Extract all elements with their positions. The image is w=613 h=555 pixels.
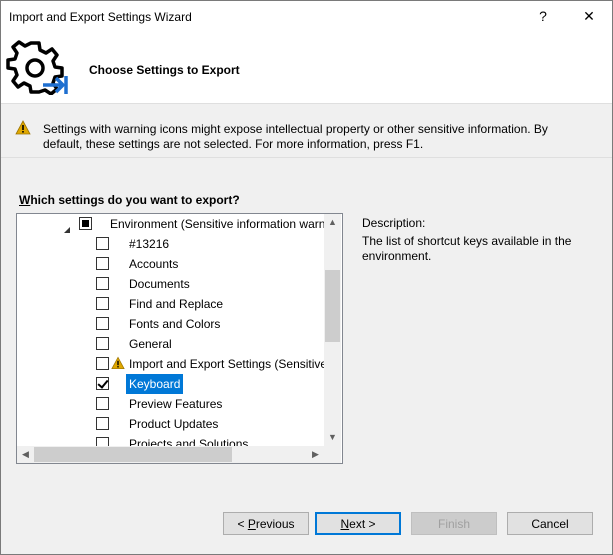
expand-collapse-icon[interactable]	[63, 220, 71, 233]
setting-checkbox[interactable]	[96, 397, 109, 410]
scroll-down-arrow[interactable]: ▼	[324, 429, 341, 446]
wizard-window: Import and Export Settings Wizard ? ✕ Ch…	[0, 0, 613, 555]
cancel-button[interactable]: Cancel	[507, 512, 593, 535]
tree-item[interactable]: Documents	[17, 274, 324, 294]
scrollbar-corner	[324, 446, 341, 463]
tree-item[interactable]: Fonts and Colors	[17, 314, 324, 334]
close-button[interactable]: ✕	[566, 1, 612, 31]
tree-item[interactable]: Keyboard	[17, 374, 324, 394]
next-button[interactable]: Next >	[315, 512, 401, 535]
setting-label: Documents	[129, 277, 190, 291]
setting-label: Find and Replace	[129, 297, 224, 311]
setting-label: Fonts and Colors	[129, 317, 221, 331]
setting-label: Accounts	[129, 257, 179, 271]
tree-item[interactable]: Import and Export Settings (Sensitive	[17, 354, 328, 376]
setting-label: General	[129, 337, 172, 351]
vertical-scrollbar[interactable]: ▲ ▼	[324, 214, 341, 446]
previous-button[interactable]: < Previous	[223, 512, 309, 535]
scroll-right-arrow[interactable]: ▶	[307, 446, 324, 463]
tree-item[interactable]: #13216	[17, 234, 324, 254]
tree-item[interactable]: Product Updates	[17, 414, 324, 434]
tree-root-label: Environment (Sensitive information warn	[110, 217, 326, 231]
tree-item[interactable]: Accounts	[17, 254, 324, 274]
page-title: Choose Settings to Export	[89, 63, 240, 77]
vertical-scroll-thumb[interactable]	[325, 270, 340, 342]
tree-item[interactable]: Preview Features	[17, 394, 324, 414]
window-title: Import and Export Settings Wizard	[9, 10, 192, 24]
horizontal-scrollbar[interactable]: ◀ ▶	[17, 446, 324, 463]
setting-checkbox[interactable]	[96, 257, 109, 270]
setting-checkbox[interactable]	[96, 337, 109, 350]
tree-root-checkbox[interactable]	[79, 217, 92, 230]
warning-icon	[15, 120, 31, 135]
setting-label: #13216	[129, 237, 170, 251]
scroll-left-arrow[interactable]: ◀	[17, 446, 34, 463]
horizontal-scroll-thumb[interactable]	[34, 447, 232, 462]
tree-item[interactable]: Find and Replace	[17, 294, 324, 314]
tree-root-row[interactable]: Environment (Sensitive information warn	[17, 214, 326, 234]
scroll-up-arrow[interactable]: ▲	[324, 214, 341, 231]
warning-icon	[111, 356, 125, 376]
setting-label: Preview Features	[129, 397, 223, 411]
description-text: The list of shortcut keys available in t…	[362, 234, 572, 263]
setting-checkbox[interactable]	[96, 277, 109, 290]
setting-checkbox[interactable]	[96, 297, 109, 310]
setting-label: Product Updates	[129, 417, 219, 431]
gear-export-icon	[6, 40, 68, 95]
wizard-header: Choose Settings to Export	[1, 31, 612, 104]
warning-text: Settings with warning icons might expose…	[43, 122, 548, 151]
settings-tree[interactable]: Environment (Sensitive information warn #…	[16, 213, 343, 464]
tree-item[interactable]: General	[17, 334, 324, 354]
setting-label: Keyboard	[126, 374, 184, 394]
setting-checkbox[interactable]	[96, 237, 109, 250]
help-button[interactable]: ?	[520, 1, 566, 31]
setting-checkbox[interactable]	[96, 357, 109, 370]
setting-checkbox[interactable]	[96, 377, 109, 390]
settings-section-label: Which settings do you want to export?	[19, 193, 240, 207]
description-label: Description:	[362, 216, 426, 230]
title-bar: Import and Export Settings Wizard ? ✕	[1, 1, 612, 31]
finish-button[interactable]: Finish	[411, 512, 497, 535]
setting-checkbox[interactable]	[96, 317, 109, 330]
setting-label: Import and Export Settings (Sensitive	[129, 357, 328, 371]
setting-checkbox[interactable]	[96, 417, 109, 430]
